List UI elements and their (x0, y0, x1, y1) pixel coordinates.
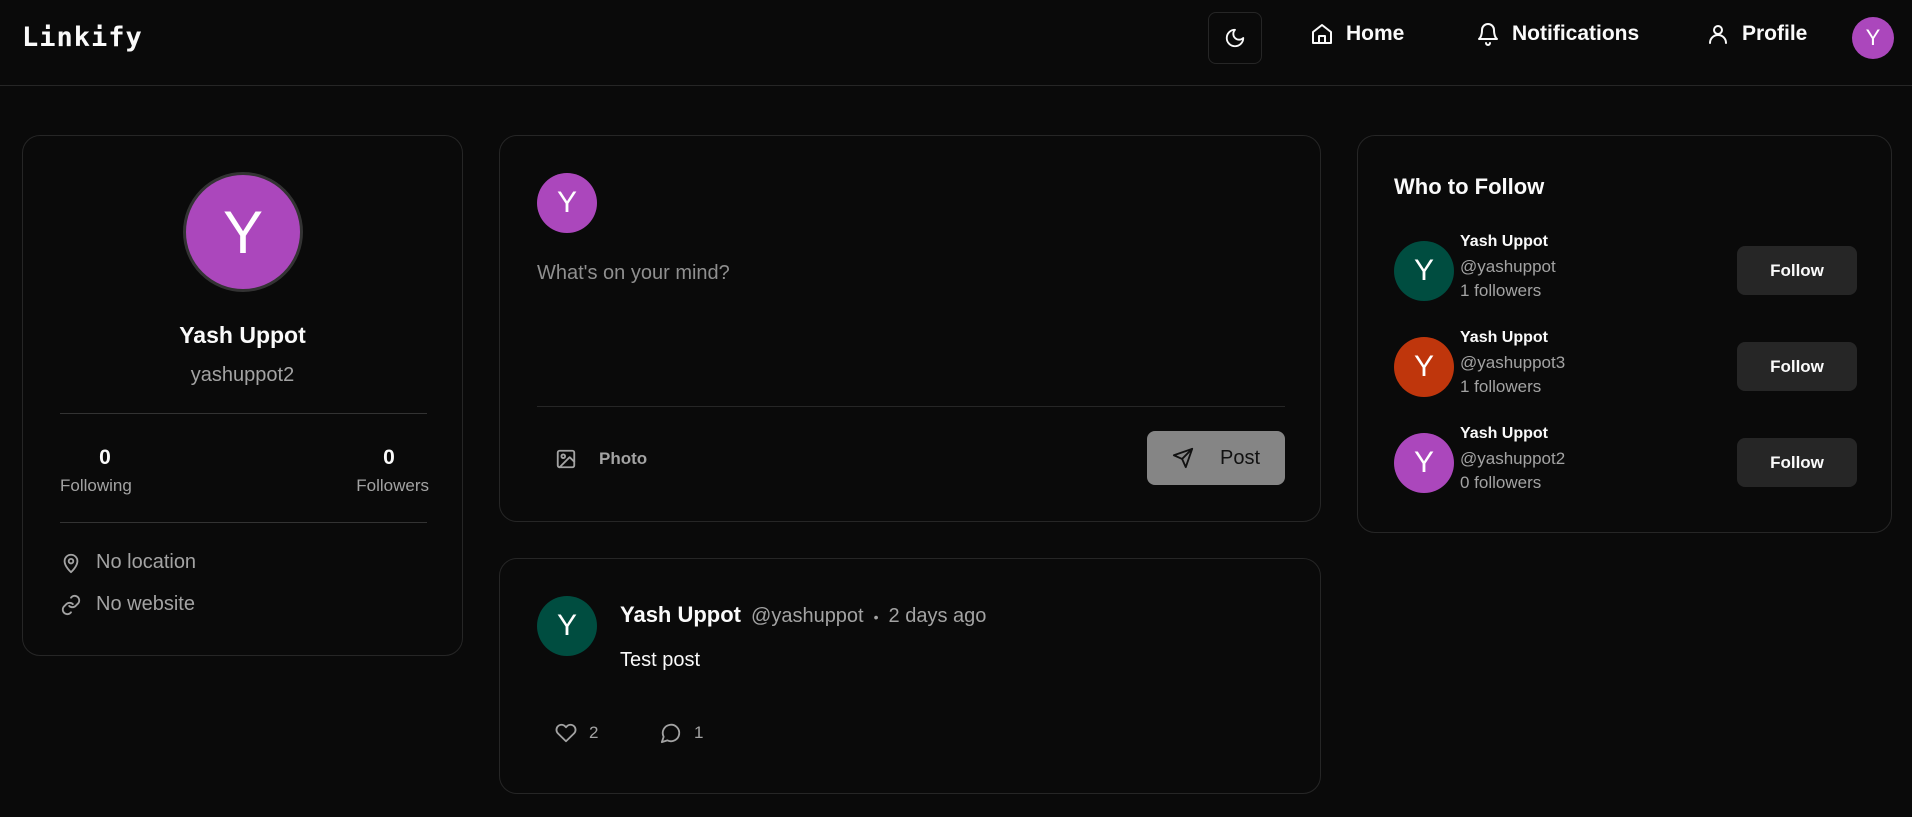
post-author-avatar[interactable]: Y (537, 596, 597, 656)
logo[interactable]: Linkify (22, 22, 143, 53)
post-header: Yash Uppot @yashuppot • 2 days ago (620, 602, 986, 628)
composer-avatar: Y (537, 173, 597, 233)
like-button[interactable]: 2 (555, 722, 598, 744)
location-text: No location (96, 551, 197, 573)
home-icon (1312, 24, 1332, 44)
like-count: 2 (589, 723, 599, 742)
nav-profile[interactable]: Profile (1706, 22, 1807, 46)
suggested-user-avatar[interactable]: Y (1394, 241, 1454, 301)
nav-home-label: Home (1346, 22, 1405, 45)
suggested-user: Y Yash Uppot @yashuppot 1 followers Foll… (1394, 233, 1859, 302)
suggested-user: Y Yash Uppot @yashuppot3 1 followers Fol… (1394, 329, 1859, 398)
map-pin-icon (63, 553, 79, 573)
post-timestamp: 2 days ago (888, 605, 987, 627)
profile-username: yashuppot2 (190, 364, 295, 386)
suggested-user-followers: 0 followers (1460, 473, 1542, 492)
bell-icon (1478, 23, 1498, 46)
suggested-user-handle: @yashuppot3 (1460, 353, 1566, 372)
nav-home[interactable]: Home (1310, 22, 1404, 46)
followers-count: 0 (383, 446, 395, 469)
theme-toggle-button[interactable] (1208, 12, 1262, 64)
comment-count: 1 (694, 723, 704, 742)
who-to-follow-title: Who to Follow (1394, 174, 1545, 199)
suggested-user-avatar[interactable]: Y (1394, 433, 1454, 493)
suggested-user-avatar[interactable]: Y (1394, 337, 1454, 397)
send-icon (1172, 447, 1194, 469)
follow-button[interactable]: Follow (1737, 246, 1857, 295)
post-card: Y Yash Uppot @yashuppot • 2 days ago Tes… (499, 558, 1321, 794)
suggested-user-name[interactable]: Yash Uppot (1460, 233, 1548, 251)
post-label: Post (1219, 446, 1261, 469)
nav-profile-label: Profile (1742, 22, 1808, 45)
top-nav: Linkify Home Notifications Profile Y (0, 0, 1912, 86)
followers-stat[interactable]: 0 Followers (349, 446, 429, 496)
post-content: Test post (620, 649, 701, 671)
following-stat[interactable]: 0 Following (60, 446, 150, 496)
followers-label: Followers (356, 476, 429, 495)
suggested-user-name[interactable]: Yash Uppot (1460, 425, 1548, 443)
suggested-user-followers: 1 followers (1460, 281, 1542, 300)
suggested-user-followers: 1 followers (1460, 377, 1542, 396)
divider (60, 522, 427, 523)
comment-button[interactable]: 1 (660, 722, 703, 744)
photo-button[interactable]: Photo (555, 448, 647, 470)
post-button[interactable]: Post (1147, 431, 1285, 485)
website-text: No website (96, 593, 195, 615)
user-avatar[interactable]: Y (1852, 17, 1894, 59)
following-count: 0 (99, 446, 111, 469)
nav-notifications-label: Notifications (1512, 22, 1640, 45)
suggested-user: Y Yash Uppot @yashuppot2 0 followers Fol… (1394, 425, 1859, 494)
profile-card: Y Yash Uppot yashuppot2 0 Following 0 Fo… (22, 135, 463, 656)
divider (537, 406, 1285, 407)
nav-notifications[interactable]: Notifications (1476, 22, 1639, 46)
user-icon (1709, 25, 1727, 44)
following-label: Following (60, 476, 132, 495)
website-row: No website (60, 593, 195, 616)
image-icon (556, 449, 576, 469)
post-textarea[interactable]: What's on your mind? (537, 262, 1285, 392)
separator-dot: • (873, 609, 879, 625)
profile-avatar: Y (183, 172, 303, 292)
location-row: No location (60, 551, 196, 574)
post-author-name[interactable]: Yash Uppot (620, 602, 741, 628)
comment-icon (660, 723, 681, 744)
who-to-follow-card: Who to Follow Y Yash Uppot @yashuppot 1 … (1357, 135, 1892, 533)
follow-button[interactable]: Follow (1737, 438, 1857, 487)
divider (60, 413, 427, 414)
heart-icon (555, 723, 577, 743)
suggested-user-handle: @yashuppot (1460, 257, 1556, 276)
follow-button[interactable]: Follow (1737, 342, 1857, 391)
suggested-user-name[interactable]: Yash Uppot (1460, 329, 1548, 347)
profile-name: Yash Uppot (179, 322, 306, 348)
link-icon (61, 594, 81, 615)
photo-label: Photo (599, 449, 648, 468)
post-author-handle: @yashuppot (751, 605, 864, 627)
moon-icon (1225, 28, 1245, 48)
suggested-user-handle: @yashuppot2 (1460, 449, 1566, 468)
post-composer: Y What's on your mind? Photo Post (499, 135, 1321, 522)
